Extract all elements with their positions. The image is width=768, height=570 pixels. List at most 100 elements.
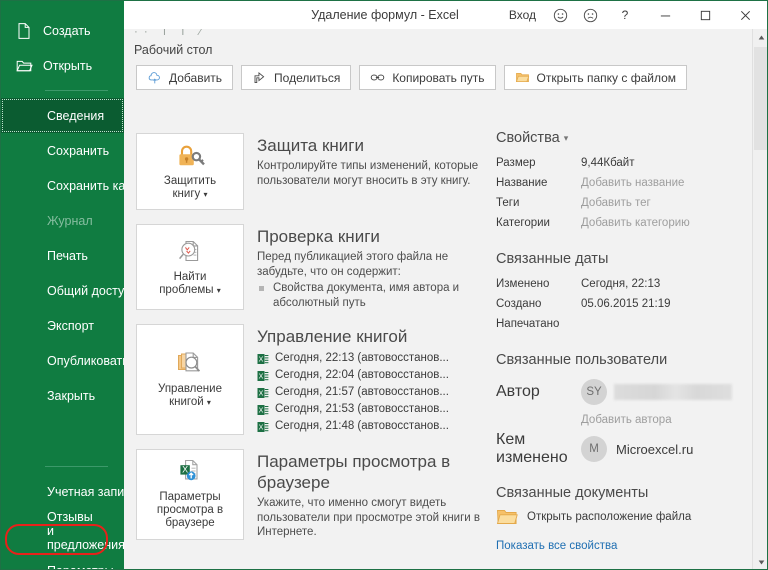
sign-in-button[interactable]: Вход <box>500 1 545 29</box>
svg-text:X: X <box>182 465 188 475</box>
inspect-issues-list: Свойства документа, имя автора и абсолют… <box>257 281 481 310</box>
open-file-folder-button[interactable]: Открыть папку с файлом <box>504 65 688 90</box>
link-icon <box>370 70 385 85</box>
smiley-face-icon[interactable] <box>545 1 575 29</box>
sidebar-item-share[interactable]: Общий доступ <box>1 273 124 308</box>
sidebar-item-info[interactable]: Сведения <box>1 98 124 133</box>
vertical-scrollbar[interactable] <box>752 29 768 570</box>
autosave-versions-list: X Сегодня, 22:13 (автовосстанов... X Сег… <box>257 350 481 435</box>
sidebar-item-publish[interactable]: Опубликовать <box>1 343 124 378</box>
excel-file-icon: X <box>257 370 269 382</box>
list-item[interactable]: X Сегодня, 21:57 (автовосстанов... <box>257 384 481 401</box>
show-all-properties-link[interactable]: Показать все свойства <box>496 540 617 552</box>
svg-text:X: X <box>259 390 264 397</box>
property-key: Изменено <box>496 274 581 294</box>
open-file-location-label: Открыть расположение файла <box>527 511 691 523</box>
chevron-down-icon: ▾ <box>564 133 569 143</box>
scroll-up-button[interactable] <box>753 29 768 46</box>
version-label: Сегодня, 22:13 (автовосстанов... <box>275 350 449 367</box>
browser-view-options-button[interactable]: X Параметрыпросмотра в браузере <box>136 449 244 540</box>
card-button-label: Управлениекнигой ▾ <box>158 383 222 409</box>
title-bar-controls: Вход ? <box>500 1 765 29</box>
property-key: Автор <box>496 383 581 401</box>
author-row: Автор SY <box>496 375 744 409</box>
frowny-face-icon[interactable] <box>575 1 605 29</box>
share-button[interactable]: Поделиться <box>241 65 351 90</box>
properties-heading[interactable]: Свойства ▾ <box>496 129 744 147</box>
sidebar-item-new[interactable]: Создать <box>1 13 124 48</box>
sidebar-item-label: Создать <box>43 24 91 38</box>
property-row-size: Размер 9,44Кбайт <box>496 153 744 173</box>
property-value: 9,44Кбайт <box>581 153 635 173</box>
property-value[interactable]: Добавить категорию <box>581 213 690 233</box>
list-item[interactable]: X Сегодня, 22:04 (автовосстанов... <box>257 367 481 384</box>
property-row-title[interactable]: Название Добавить название <box>496 173 744 193</box>
file-action-toolbar: Добавить Поделиться Копировать путь <box>136 65 687 90</box>
svg-text:X: X <box>259 407 264 414</box>
protect-workbook-button[interactable]: Защититькнигу ▾ <box>136 133 244 210</box>
scrollbar-thumb[interactable] <box>754 47 768 150</box>
sidebar-item-save-as[interactable]: Сохранить как <box>1 168 124 203</box>
property-key: Напечатано <box>496 314 581 334</box>
folder-icon <box>515 70 530 85</box>
close-button[interactable] <box>725 1 765 29</box>
version-label: Сегодня, 21:53 (автовосстанов... <box>275 401 449 418</box>
sidebar-item-print[interactable]: Печать <box>1 238 124 273</box>
list-item[interactable]: X Сегодня, 21:48 (автовосстанов... <box>257 418 481 435</box>
excel-file-icon: X <box>257 404 269 416</box>
sidebar-item-account[interactable]: Учетная запись <box>1 474 124 509</box>
add-to-cloud-button[interactable]: Добавить <box>136 65 233 90</box>
inspect-workbook-card: Найтипроблемы ▾ Проверка книги Перед пуб… <box>136 224 481 310</box>
info-right-column: Свойства ▾ Размер 9,44Кбайт Название Доб… <box>496 129 744 554</box>
sidebar-item-label: Экспорт <box>15 319 94 333</box>
sidebar-item-label: Закрыть <box>15 389 95 403</box>
property-row-categories[interactable]: Категории Добавить категорию <box>496 213 744 233</box>
minimize-button[interactable] <box>645 1 685 29</box>
help-button[interactable]: ? <box>605 1 645 29</box>
sidebar-item-export[interactable]: Экспорт <box>1 308 124 343</box>
sidebar-item-label: Опубликовать <box>15 354 129 368</box>
open-file-location-row[interactable]: Открыть расположение файла <box>496 508 744 526</box>
avatar: SY <box>581 379 607 405</box>
excel-file-icon: X <box>257 353 269 365</box>
sidebar-spacer <box>1 413 124 459</box>
check-for-issues-button[interactable]: Найтипроблемы ▾ <box>136 224 244 310</box>
cloud-upload-icon <box>147 70 162 85</box>
sidebar-item-label: Сохранить как <box>15 179 131 193</box>
scroll-down-button[interactable] <box>753 554 768 570</box>
backstage-sidebar: Создать Открыть Сведения Сохранить Сохра… <box>1 1 124 570</box>
sidebar-item-options[interactable]: Параметры <box>1 553 124 570</box>
card-button-label: Найтипроблемы ▾ <box>159 271 221 297</box>
sidebar-item-save[interactable]: Сохранить <box>1 133 124 168</box>
properties-heading-label: Свойства <box>496 130 560 146</box>
sidebar-item-label: Печать <box>15 249 88 263</box>
property-value[interactable]: Добавить название <box>581 173 684 193</box>
card-button-label: Параметрыпросмотра в браузере <box>141 491 239 530</box>
card-title: Защита книги <box>257 135 481 156</box>
protect-workbook-card: Защититькнигу ▾ Защита книги Контролируй… <box>136 133 481 210</box>
backstage-content: ·· ı ı ∕ Рабочий стол Добавить Поделитьс… <box>124 29 768 570</box>
sidebar-item-label: Параметры <box>15 564 114 570</box>
property-key: Название <box>496 173 581 193</box>
sidebar-item-open[interactable]: Открыть <box>1 48 124 83</box>
sidebar-item-label: Общий доступ <box>15 284 131 298</box>
list-item[interactable]: X Сегодня, 21:53 (автовосстанов... <box>257 401 481 418</box>
sidebar-item-close[interactable]: Закрыть <box>1 378 124 413</box>
manage-workbook-button[interactable]: Управлениекнигой ▾ <box>136 324 244 435</box>
file-path-truncated: ·· ı ı ∕ <box>134 29 208 40</box>
property-row-tags[interactable]: Теги Добавить тег <box>496 193 744 213</box>
card-description: Укажите, что именно смогут видеть пользо… <box>257 496 481 540</box>
version-label: Сегодня, 22:04 (автовосстанов... <box>275 367 449 384</box>
sidebar-item-label: Сохранить <box>15 144 109 158</box>
maximize-button[interactable] <box>685 1 725 29</box>
add-author-link[interactable]: Добавить автора <box>581 409 744 431</box>
list-item[interactable]: X Сегодня, 22:13 (автовосстанов... <box>257 350 481 367</box>
property-key: Размер <box>496 153 581 173</box>
copy-path-button[interactable]: Копировать путь <box>359 65 495 90</box>
property-key: Кем изменено <box>496 431 581 467</box>
card-description: Перед публикацией этого файла не забудьт… <box>257 250 481 279</box>
version-label: Сегодня, 21:57 (автовосстанов... <box>275 384 449 401</box>
sidebar-item-feedback[interactable]: Отзывы и предложения <box>1 509 124 553</box>
property-value[interactable]: Добавить тег <box>581 193 651 213</box>
sidebar-item-label: Учетная запись <box>15 485 137 499</box>
